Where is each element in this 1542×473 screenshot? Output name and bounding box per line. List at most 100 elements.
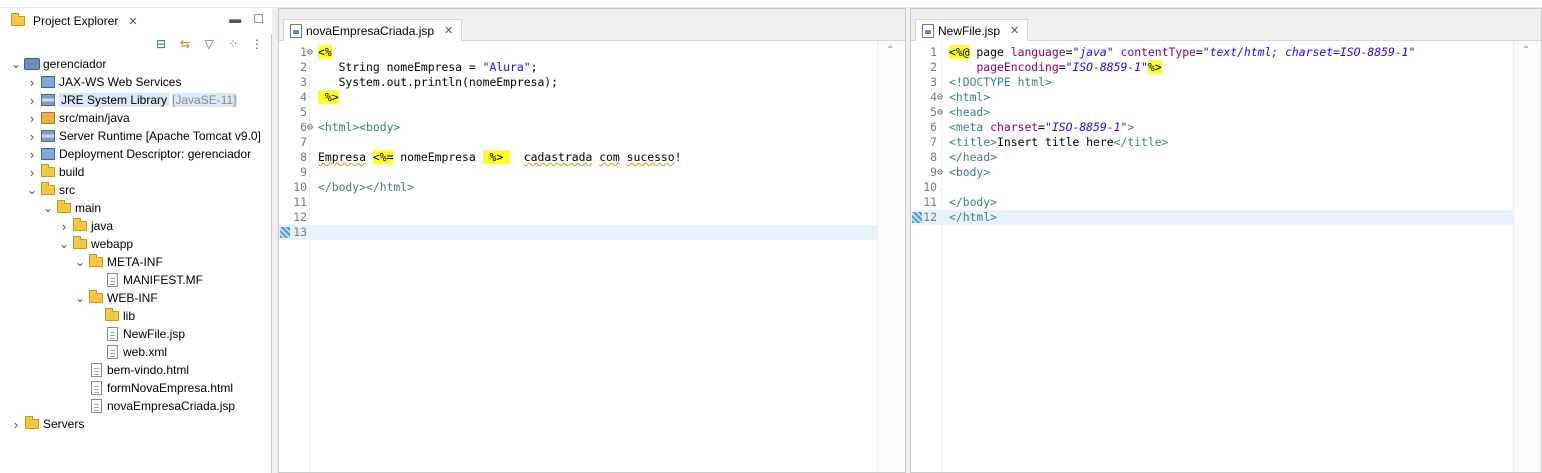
chevron-right-icon[interactable]: ›: [58, 219, 70, 234]
code-line[interactable]: 7 <title>Insert title here</title>: [911, 135, 1513, 150]
code-line[interactable]: 11 </body>: [911, 195, 1513, 210]
code-line[interactable]: 11: [279, 195, 877, 210]
webservice-icon: [40, 74, 56, 90]
tree-item[interactable]: MANIFEST.MF: [0, 271, 272, 289]
code-token: language: [1010, 45, 1066, 59]
tree-item[interactable]: lib: [0, 307, 272, 325]
tree-item[interactable]: ⌄ main: [0, 199, 272, 217]
tree-item[interactable]: › java: [0, 217, 272, 235]
tree-item[interactable]: novaEmpresaCriada.jsp: [0, 397, 272, 415]
tree-item[interactable]: › JAX-WS Web Services: [0, 73, 272, 91]
chevron-down-icon[interactable]: ⌄: [58, 237, 70, 251]
minimize-icon[interactable]: ▬: [229, 12, 241, 26]
maximize-icon[interactable]: ☐: [253, 12, 264, 26]
code-line[interactable]: 13: [279, 225, 877, 240]
code-line[interactable]: 10 </body></html>: [279, 180, 877, 195]
tab-novaempresacriada-jsp[interactable]: novaEmpresaCriada.jsp ✕: [283, 19, 463, 41]
chevron-right-icon[interactable]: ›: [26, 111, 38, 126]
code-line[interactable]: 8 Empresa <%= nomeEmpresa %> cadastrada c…: [279, 150, 877, 165]
chevron-right-icon[interactable]: ›: [10, 417, 22, 432]
overview-ruler[interactable]: ⌃: [877, 41, 905, 472]
code-line[interactable]: 8 </head>: [911, 150, 1513, 165]
folder-icon: [56, 200, 72, 216]
tree-item[interactable]: › JRE System Library [JavaSE-11]: [0, 91, 272, 109]
code-line[interactable]: 3 <!DOCTYPE html>: [911, 75, 1513, 90]
tree-item[interactable]: › build: [0, 163, 272, 181]
code-line[interactable]: 5 ⊖ <head>: [911, 105, 1513, 120]
tree-item-label: JRE System Library: [59, 93, 170, 107]
code-line[interactable]: 9: [279, 165, 877, 180]
fold-toggle-icon[interactable]: ⊖: [937, 165, 943, 180]
tab-project-explorer[interactable]: Project Explorer ✕: [4, 10, 142, 32]
code-line[interactable]: 10: [911, 180, 1513, 195]
tree-item[interactable]: › Deployment Descriptor: gerenciador: [0, 145, 272, 163]
chevron-down-icon[interactable]: ⌄: [26, 183, 38, 197]
tree-item[interactable]: ⌄ webapp: [0, 235, 272, 253]
view-menu-icon[interactable]: ⋮: [249, 36, 265, 52]
project-explorer-tabbar: Project Explorer ✕ ▬ ☐: [0, 8, 272, 34]
chevron-down-icon[interactable]: ⌄: [10, 57, 22, 71]
chevron-down-icon[interactable]: ⌄: [74, 255, 86, 269]
line-number: 3: [300, 75, 307, 89]
fold-toggle-icon[interactable]: ⊖: [937, 105, 943, 120]
line-number: 9: [300, 165, 307, 179]
link-with-editor-icon[interactable]: ⇆: [177, 36, 193, 52]
tree-item-decoration: [JavaSE-11]: [172, 93, 237, 107]
tree-item-label: NewFile.jsp: [123, 327, 186, 341]
close-icon[interactable]: ✕: [128, 15, 137, 28]
code-line[interactable]: 1 <%@ page language="java" contentType="t…: [911, 45, 1513, 60]
tree-item[interactable]: › Server Runtime [Apache Tomcat v9.0]: [0, 127, 272, 145]
code-token: =: [1058, 60, 1066, 74]
code-token: %>: [482, 150, 511, 164]
tree-item[interactable]: › src/main/java: [0, 109, 272, 127]
tree-item[interactable]: ⌄ WEB-INF: [0, 289, 272, 307]
fold-toggle-icon[interactable]: ⊖: [307, 45, 313, 60]
code-area[interactable]: 1 ⊖ <% 2 String nomeEmpresa = "Alura"; 3 Sys…: [279, 45, 877, 240]
chevron-down-icon[interactable]: ⌄: [42, 201, 54, 215]
code-line[interactable]: 2 String nomeEmpresa = "Alura";: [279, 60, 877, 75]
code-token: com: [599, 150, 620, 164]
tab-newfile-jsp[interactable]: NewFile.jsp ✕: [915, 19, 1029, 41]
code-line[interactable]: 12: [279, 210, 877, 225]
tree-item[interactable]: bem-vindo.html: [0, 361, 272, 379]
filter-icon[interactable]: ▽: [201, 36, 217, 52]
tree-item[interactable]: › Servers: [0, 415, 272, 433]
code-line[interactable]: 7: [279, 135, 877, 150]
fold-toggle-icon[interactable]: ⊖: [307, 120, 313, 135]
tree-item[interactable]: web.xml: [0, 343, 272, 361]
tree-item[interactable]: NewFile.jsp: [0, 325, 272, 343]
code-line[interactable]: 4 ⊖ <html>: [911, 90, 1513, 105]
chevron-right-icon[interactable]: ›: [26, 147, 38, 162]
code-line[interactable]: 5: [279, 105, 877, 120]
code-line[interactable]: 1 ⊖ <%: [279, 45, 877, 60]
editor-tabbar: NewFile.jsp ✕: [911, 9, 1541, 41]
file-icon: [88, 380, 104, 396]
close-icon[interactable]: ✕: [444, 24, 453, 37]
scroll-up-icon[interactable]: ⌃: [1522, 45, 1530, 56]
library-icon: [40, 92, 56, 108]
chevron-right-icon[interactable]: ›: [26, 93, 38, 108]
focus-icon[interactable]: ⁘: [225, 36, 241, 52]
code-line[interactable]: 4 %>: [279, 90, 877, 105]
code-area[interactable]: 1 <%@ page language="java" contentType="t…: [911, 45, 1513, 225]
code-line[interactable]: 6 <meta charset="ISO-8859-1">: [911, 120, 1513, 135]
overview-ruler[interactable]: ⌃: [1513, 41, 1541, 472]
code-line[interactable]: 12 </html>: [911, 210, 1513, 225]
folder-icon: [72, 218, 88, 234]
fold-toggle-icon[interactable]: ⊖: [937, 90, 943, 105]
chevron-right-icon[interactable]: ›: [26, 75, 38, 90]
chevron-down-icon[interactable]: ⌄: [74, 291, 86, 305]
tree-item[interactable]: formNovaEmpresa.html: [0, 379, 272, 397]
tree-item[interactable]: ⌄ gerenciador: [0, 55, 272, 73]
scroll-up-icon[interactable]: ⌃: [886, 45, 894, 56]
code-line[interactable]: 2 pageEncoding="ISO-8859-1"%>: [911, 60, 1513, 75]
code-line[interactable]: 6 ⊖ <html><body>: [279, 120, 877, 135]
tree-item[interactable]: ⌄ META-INF: [0, 253, 272, 271]
tree-item[interactable]: ⌄ src: [0, 181, 272, 199]
collapse-all-icon[interactable]: ⊟: [153, 36, 169, 52]
chevron-right-icon[interactable]: ›: [26, 129, 38, 144]
chevron-right-icon[interactable]: ›: [26, 165, 38, 180]
code-line[interactable]: 3 System.out.println(nomeEmpresa);: [279, 75, 877, 90]
close-icon[interactable]: ✕: [1010, 24, 1019, 37]
code-line[interactable]: 9 ⊖ <body>: [911, 165, 1513, 180]
